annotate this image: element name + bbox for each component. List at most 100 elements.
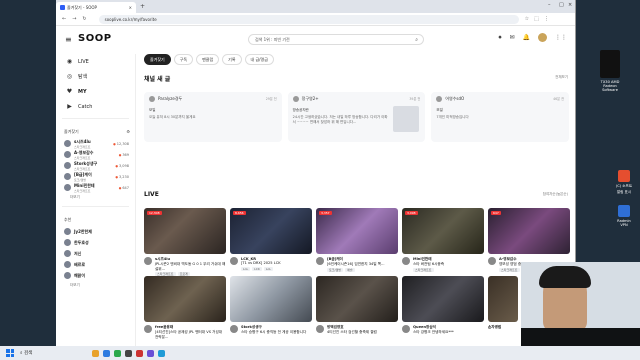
channel-name: Mini민한테 — [74, 182, 95, 188]
star-icon[interactable]: ☆ — [525, 16, 529, 22]
live-card[interactable]: Queen장삼석 스타 강병크 안녕하세요*** — [402, 276, 484, 339]
broadcast-icon[interactable]: ⏺ — [498, 34, 501, 42]
live-card[interactable]: 3,098 Mini민한테 스타 버전팀 6시종즉 스타크래프트 — [402, 208, 484, 276]
extensions-icon[interactable]: ⬚ — [534, 16, 539, 22]
live-card[interactable]: 방액검영호 4티선진 스타 검선할 충죽제 결럼 — [316, 276, 398, 339]
live-card[interactable]: free윤용태 [4티선진]스타 공제성 JPL 멘터대 VS 거성대 전략분..… — [144, 276, 226, 339]
tab-history[interactable]: 기록 — [222, 54, 242, 65]
favorite-item[interactable]: Stork성생구 스타크래프트 ●3,098 — [56, 160, 135, 171]
streamer-hair — [539, 266, 591, 288]
favorites-more-button[interactable]: 더보기 — [56, 193, 135, 202]
more-label: 더보기 — [70, 195, 80, 199]
desktop-icon[interactable]: (C) 소프트 — [614, 170, 634, 188]
stream-title: 스타 강병크 안녕하세요*** — [413, 330, 454, 334]
avatar — [64, 162, 71, 169]
reload-icon[interactable]: ↻ — [82, 16, 86, 22]
tag[interactable]: LoL — [241, 266, 251, 271]
tag[interactable]: 스타크래프트 — [499, 267, 520, 272]
close-tab-icon[interactable]: × — [129, 5, 132, 10]
tag[interactable]: 토크/캠방 — [327, 267, 344, 272]
minimize-icon[interactable]: – — [548, 2, 551, 8]
message-icon[interactable]: ✉ — [509, 34, 514, 41]
live-card[interactable]: 손자병법 — [488, 276, 518, 339]
stream-thumbnail: 3,357 — [316, 208, 398, 254]
back-icon[interactable]: ← — [62, 16, 66, 22]
live-row-1: 12,308 s시즈4lu JPL시즌2 엔비대 역도동 G 0 1 우리 거쉬대… — [144, 208, 574, 276]
avatar — [64, 272, 71, 279]
viewer-count: ●647 — [118, 185, 129, 190]
viewer-count-text: 3,098 — [118, 163, 129, 168]
notification-icon[interactable]: 🔔 — [523, 34, 530, 41]
sidebar-item-explore[interactable]: ◎ 탐색 — [56, 69, 135, 84]
search-icon[interactable]: ⌕ — [415, 37, 418, 43]
search-input[interactable]: 검색 1위 : 피빈 기전 ⌕ — [248, 34, 424, 45]
channel-name: A-영보감수 — [74, 149, 94, 155]
avatar — [64, 184, 71, 191]
settings-icon[interactable]: ⚙ — [126, 129, 130, 135]
live-sort-select[interactable]: 참여자순(높은순) — [543, 192, 568, 197]
stream-title: [4티선진]스타 공제성 JPL 멘터대 VS 거성대 전략분... — [155, 330, 223, 339]
desktop-icon[interactable]: TX30 AMD Radeon Software — [600, 50, 620, 92]
desktop-icon[interactable]: Radmin VPN — [614, 205, 634, 227]
posts-view-all-link[interactable]: 전체보기 — [555, 75, 568, 80]
tab-favorites[interactable]: 즐겨찾기 — [144, 54, 171, 65]
more-label: 더보기 — [70, 283, 80, 287]
address-bar[interactable]: sooplive.co.kr/my/favorite — [98, 14, 519, 24]
browser-tab[interactable]: 즐겨찾기 - SOOP × — [56, 2, 136, 13]
app-icon[interactable] — [147, 349, 155, 357]
recommend-item[interactable]: Jy2한한제 — [56, 226, 135, 237]
new-tab-button[interactable]: + — [140, 3, 145, 10]
favorite-item[interactable]: Mini민한테 스타크래프트 ●647 — [56, 182, 135, 193]
sidebar-item-catch[interactable]: ▶ Catch — [56, 99, 135, 114]
menu-icon[interactable]: ⋮ — [544, 16, 549, 22]
viewer-count-text: 369 — [122, 152, 129, 157]
live-card[interactable]: 3,357 [B급]케이 [6인케이시즌16] 임연한지 34일 쪽... 토크/… — [316, 208, 398, 276]
recommend-item[interactable]: 한두호성 — [56, 237, 135, 248]
tab-subscribe[interactable]: 구독 — [173, 54, 194, 65]
app-icon[interactable] — [158, 349, 166, 357]
sidebar-item-live[interactable]: ◉ LIVE — [56, 54, 135, 69]
recommend-item[interactable]: 배르로 — [56, 259, 135, 270]
edge-icon[interactable] — [103, 349, 111, 357]
post-card[interactable]: 어영수sdO 46분 전 모일 7개인 미적방송입니다 — [431, 92, 570, 142]
chrome-icon[interactable] — [114, 349, 122, 357]
apps-grid-icon[interactable]: ⋮⋮ — [555, 34, 567, 41]
start-button[interactable] — [6, 349, 14, 357]
tag[interactable]: LoL — [263, 266, 274, 271]
avatar[interactable] — [538, 33, 547, 42]
avatar — [230, 257, 238, 265]
stream-thumbnail: 8,656 — [230, 208, 312, 254]
forward-icon[interactable]: → — [72, 16, 76, 22]
file-explorer-icon[interactable] — [92, 349, 100, 357]
app-icon[interactable] — [136, 349, 144, 357]
recommend-item[interactable]: 저신 — [56, 248, 135, 259]
post-card[interactable]: 정구영2+ 39분 전 방송공지란 24시간 고생하셨습니다. 저는 내일 하루… — [287, 92, 426, 142]
soop-logo[interactable]: SOOP — [78, 33, 112, 44]
live-card[interactable]: 8,656 LCK_KR [T1 vs DRX] 2025 LCK LoL LCK L… — [230, 208, 312, 276]
hamburger-icon[interactable]: ≡ — [65, 35, 72, 44]
tab-fanclub[interactable]: 팬클럽 — [196, 54, 220, 65]
close-window-icon[interactable]: × — [568, 2, 572, 8]
live-card[interactable]: 12,308 s시즈4lu JPL시즌2 엔비대 역도동 G 0 1 우리 거쉬대… — [144, 208, 226, 276]
favorite-item[interactable]: s시즈4lu 스타크래프트 ●12,308 — [56, 138, 135, 149]
favorite-item[interactable]: [B급]케이 토크/캠방 ●3,230 — [56, 171, 135, 182]
taskbar: ⌕ 검색 — [0, 346, 640, 360]
desktop-icon[interactable]: 알림 표시 — [614, 190, 634, 194]
maximize-icon[interactable]: □ — [559, 2, 564, 8]
recommend-item[interactable]: 해맑이 — [56, 270, 135, 281]
avatar — [64, 239, 71, 246]
taskbar-search[interactable]: ⌕ 검색 — [20, 350, 32, 356]
post-card[interactable]: Paralyze경두 29분 전 모일 오늘 유저 8시 30분까지 올게요 — [144, 92, 282, 142]
stream-thumbnail — [144, 276, 226, 322]
tag[interactable]: LCK — [252, 266, 262, 271]
favorite-item[interactable]: A-영보감수 스타크래프트 ●369 — [56, 149, 135, 160]
app-icon[interactable] — [125, 349, 133, 357]
sidebar-item-my[interactable]: ♥ MY — [56, 84, 135, 99]
tag[interactable]: 애슬 — [345, 267, 355, 272]
favorites-title: 즐겨찾기 — [64, 129, 79, 134]
recommend-more-button[interactable]: 더보기 — [56, 281, 135, 290]
tab-my-level[interactable]: 내 급/명급 — [244, 54, 274, 65]
live-card[interactable]: Stork성생구 스타 승병구 6시 충직등 전 게공 이용합니다 — [230, 276, 312, 339]
tag[interactable]: 스타크래프트 — [413, 267, 434, 272]
post-text: 7개인 미적방송입니다 — [436, 115, 469, 119]
